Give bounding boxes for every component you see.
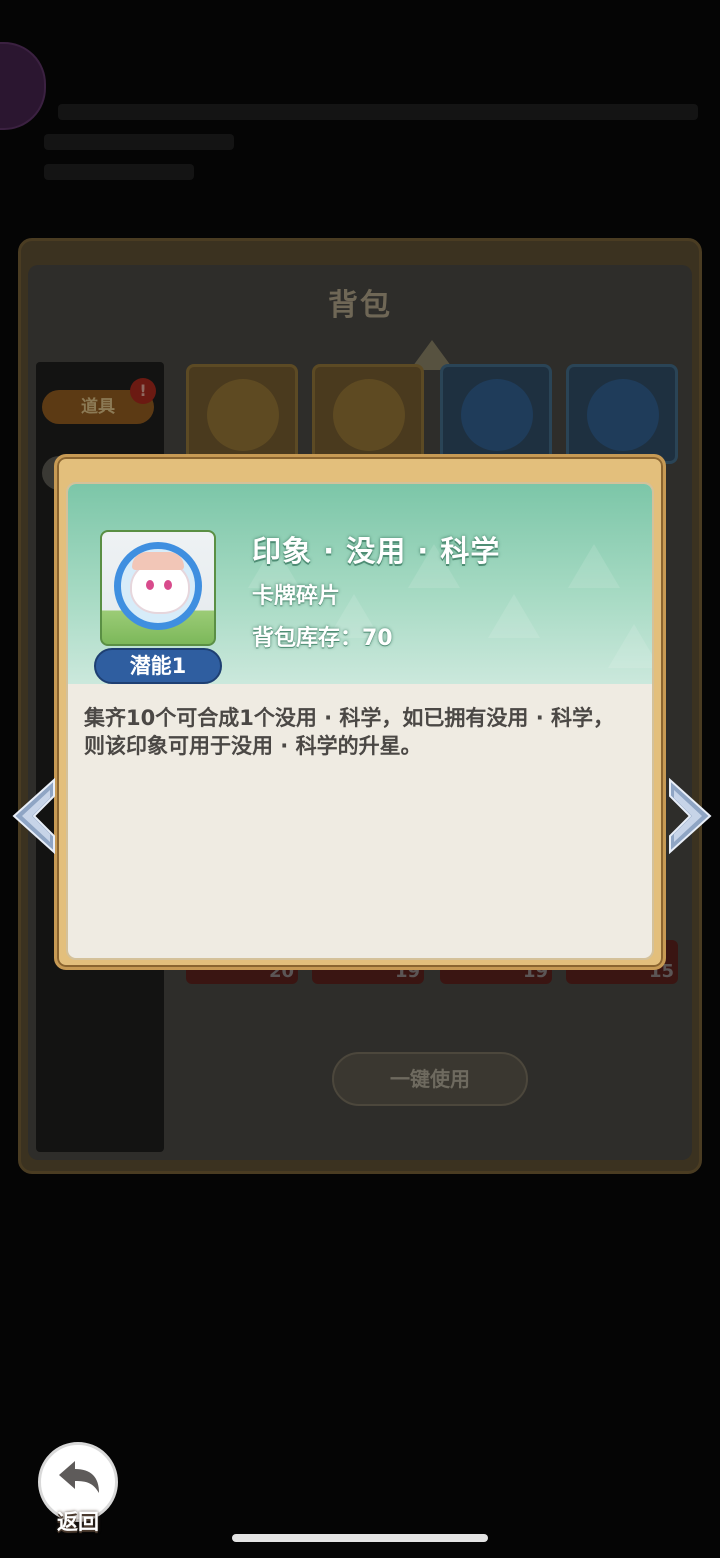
item-description: 集齐10个可合成1个没用 · 科学，如已拥有没用 · 科学，则该印象可用于没用 … (84, 706, 615, 758)
item-type: 卡牌碎片 (252, 584, 341, 609)
item-name: 印象 · 没用 · 科学 (252, 534, 501, 568)
player-avatar (0, 42, 46, 130)
item-character-cap (132, 552, 184, 570)
background-text-line (58, 104, 698, 120)
card-portrait (461, 379, 533, 451)
backpack-title: 背包 (328, 288, 392, 323)
chevron-left-icon[interactable] (10, 778, 58, 854)
tab-alert-badge: ! (130, 378, 156, 404)
card-portrait (207, 379, 279, 451)
background-text-line (44, 164, 194, 180)
card-portrait (587, 379, 659, 451)
background-text-line (44, 134, 234, 150)
item-card[interactable] (186, 364, 298, 464)
home-indicator[interactable] (232, 1534, 488, 1542)
item-stock: 背包库存：70 (252, 626, 393, 651)
card-portrait (333, 379, 405, 451)
item-card[interactable] (440, 364, 552, 464)
item-icon (100, 530, 216, 646)
chevron-right-icon[interactable] (666, 778, 714, 854)
item-card[interactable] (566, 364, 678, 464)
back-label: 返回 (57, 1510, 99, 1534)
potential-tag: 潜能1 (94, 648, 222, 684)
item-card[interactable] (312, 364, 424, 464)
one-key-use-button[interactable]: 一键使用 (332, 1052, 528, 1106)
